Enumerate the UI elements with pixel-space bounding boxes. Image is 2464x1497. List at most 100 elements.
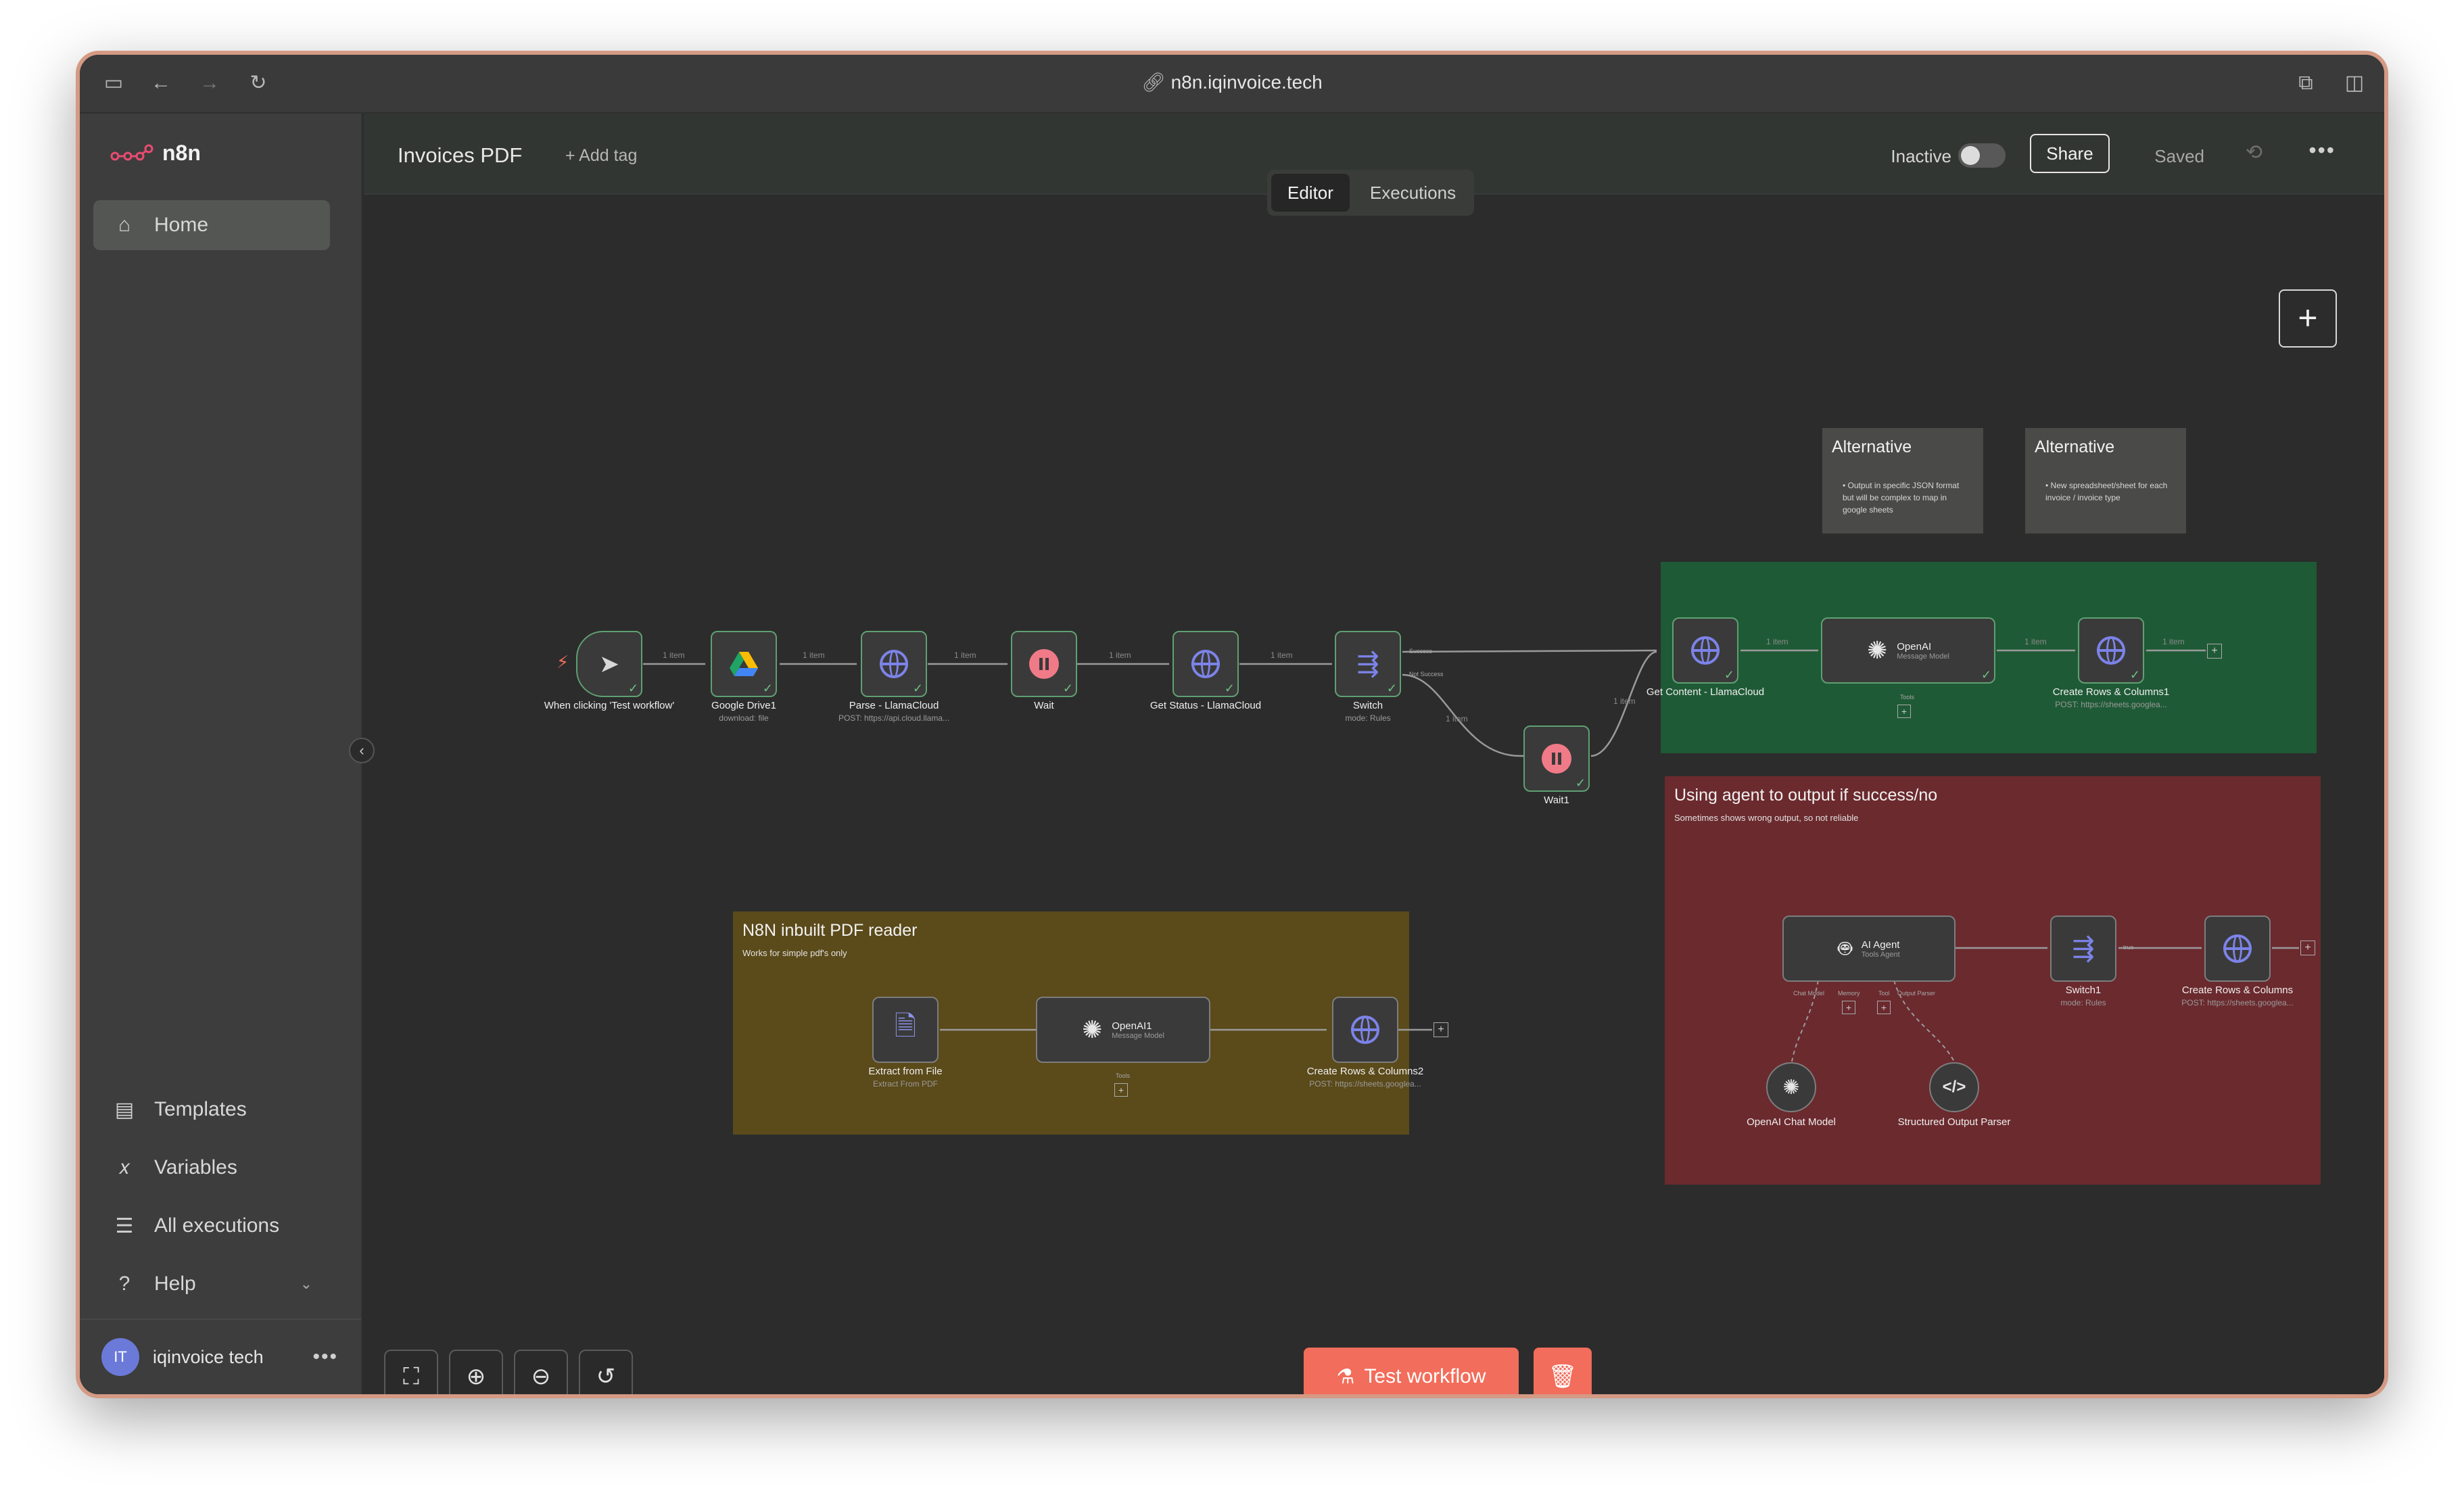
globe-icon (2097, 636, 2125, 665)
executions-icon: ☰ (115, 1214, 134, 1237)
address-bar[interactable]: 🔗︎ n8n.iqinvoice.tech (80, 71, 2384, 93)
node-parse-llamacloud[interactable]: ✓ Parse - LlamaCloud POST: https://api.cl… (838, 631, 949, 723)
home-icon: ⌂ (118, 214, 131, 236)
delete-button[interactable]: 🗑︎ (1534, 1348, 1592, 1394)
zoom-in-button[interactable]: ⊕ (449, 1350, 503, 1394)
node-manual-trigger[interactable]: ➤ ✓ When clicking 'Test workflow' (544, 631, 674, 711)
add-tool-icon[interactable]: + (1877, 1001, 1891, 1014)
node-create-rows-columns1[interactable]: ✓ Create Rows & Columns1 POST: https://sh… (2053, 617, 2169, 709)
workflow-title[interactable]: Invoices PDF (398, 143, 522, 168)
flask-icon: ⚗︎ (1336, 1365, 1355, 1388)
switch-icon: ⇶ (1356, 649, 1379, 679)
node-label: Extract from File Extract From PDF (868, 1066, 943, 1089)
add-node-button[interactable]: + (2279, 289, 2337, 348)
node-ai-agent[interactable]: 🤖︎ AI Agent Tools Agent (1782, 916, 1956, 982)
more-options-icon[interactable]: ••• (312, 1346, 338, 1369)
reset-zoom-button[interactable]: ↺ (579, 1350, 633, 1394)
node-get-status-llamacloud[interactable]: ✓ Get Status - LlamaCloud (1150, 631, 1261, 711)
switch-icon: ⇶ (2072, 934, 2095, 964)
success-check-icon: ✓ (762, 682, 773, 695)
node-wait1[interactable]: ✓ Wait1 (1523, 726, 1590, 806)
node-structured-output-parser[interactable]: </> Structured Output Parser (1898, 1062, 2010, 1128)
edge-label: 1 item (954, 650, 976, 660)
tool-port-label: Tool (1878, 990, 1890, 997)
node-label: OpenAI Chat Model (1747, 1116, 1836, 1128)
collapse-sidebar-button[interactable]: ‹ (349, 738, 375, 763)
cursor-icon: ➤ (598, 650, 620, 678)
test-workflow-label: Test workflow (1364, 1365, 1486, 1387)
chat-model-port-label: Chat Model (1793, 990, 1825, 997)
extensions-icon[interactable]: ⧉ (2292, 70, 2319, 97)
node-create-rows-columns[interactable]: Create Rows & Columns POST: https://sheet… (2181, 916, 2294, 1007)
node-label: Get Status - LlamaCloud (1150, 700, 1262, 711)
split-view-icon[interactable]: ◫ (2341, 70, 2368, 97)
success-check-icon: ✓ (1224, 682, 1235, 695)
sidebar-item-home[interactable]: ⌂ Home (93, 200, 330, 250)
user-name: iqinvoice tech (153, 1346, 264, 1367)
openai-icon: ✺ (1082, 1016, 1103, 1043)
workflow-canvas[interactable]: Alternative • Output in specific JSON fo… (364, 195, 2384, 1394)
edge-label: 1 item (803, 650, 825, 660)
add-tool-icon[interactable]: + (1897, 705, 1911, 718)
edge-label: 1 item (2162, 637, 2185, 646)
trigger-bolt-icon: ⚡︎ (556, 652, 569, 672)
node-openai-chat-model[interactable]: ✺ OpenAI Chat Model (1747, 1062, 1836, 1128)
node-label: Wait (1034, 700, 1054, 711)
node-google-drive[interactable]: ✓ Google Drive1 download: file (711, 631, 777, 723)
openai-icon: ✺ (1867, 636, 1888, 664)
history-icon[interactable]: ⟲ (2246, 141, 2262, 164)
sidebar-item-templates[interactable]: ▤ Templates (93, 1085, 330, 1135)
sidebar-item-variables[interactable]: 𝑥 Variables (93, 1143, 330, 1193)
node-switch1[interactable]: ⇶ Switch1 mode: Rules (2050, 916, 2116, 1007)
sidebar-item-label: Variables (154, 1156, 237, 1179)
user-menu[interactable]: IT iqinvoice tech ••• (101, 1333, 338, 1381)
tab-executions[interactable]: Executions (1354, 174, 1472, 212)
node-wait[interactable]: ✓ Wait (1011, 631, 1077, 711)
node-openai[interactable]: ✺ OpenAI Message Model ✓ (1821, 617, 1995, 684)
memory-port-label: Memory (1838, 990, 1860, 997)
connections (643, 649, 2299, 1062)
node-create-rows-columns2[interactable]: Create Rows & Columns2 POST: https://shee… (1307, 997, 1423, 1089)
add-node-icon[interactable]: + (1434, 1022, 1448, 1037)
sidebar: n8n ⌂ Home ▤ Templates 𝑥 Variables ☰ All… (80, 114, 362, 1394)
test-workflow-button[interactable]: ⚗︎ Test workflow (1304, 1348, 1519, 1394)
add-tool-icon[interactable]: + (1114, 1083, 1128, 1097)
n8n-logo[interactable]: n8n (110, 141, 201, 166)
zoom-out-button[interactable]: ⊖ (514, 1350, 568, 1394)
sidebar-item-label: Templates (154, 1098, 247, 1120)
share-button[interactable]: Share (2030, 134, 2110, 173)
undo-icon: ↺ (596, 1364, 616, 1389)
more-options-icon[interactable]: ••• (2308, 138, 2336, 163)
node-label: Switch mode: Rules (1345, 700, 1391, 723)
edge-label: 1 item (1766, 637, 1788, 646)
sidebar-item-help[interactable]: ? Help ⌄ (93, 1259, 330, 1309)
globe-icon (880, 650, 908, 678)
avatar: IT (101, 1338, 139, 1376)
node-get-content-llamacloud[interactable]: ✓ Get Content - LlamaCloud (1646, 617, 1764, 698)
add-node-icon[interactable]: + (2207, 644, 2222, 659)
add-tag-button[interactable]: + Add tag (565, 146, 637, 166)
add-memory-icon[interactable]: + (1842, 1001, 1855, 1014)
templates-icon: ▤ (114, 1098, 135, 1121)
success-check-icon: ✓ (1724, 668, 1734, 682)
tools-port-label: Tools (1900, 694, 1915, 700)
node-label: Create Rows & Columns POST: https://sheet… (2181, 984, 2294, 1007)
node-label: Create Rows & Columns2 POST: https://shee… (1306, 1066, 1424, 1089)
zoom-out-icon: ⊖ (531, 1364, 551, 1389)
node-openai1[interactable]: ✺ OpenAI1 Message Model (1036, 997, 1210, 1063)
robot-icon: 🤖︎ (1838, 935, 1852, 961)
tab-editor[interactable]: Editor (1271, 174, 1350, 212)
node-text: OpenAI Message Model (1897, 640, 1949, 661)
switch-output-success: Success (1409, 648, 1433, 655)
node-content: ✺ OpenAI1 Message Model (1082, 1016, 1164, 1044)
zoom-in-icon: ⊕ (466, 1364, 486, 1389)
sidebar-item-all-executions[interactable]: ☰ All executions (93, 1201, 330, 1251)
add-node-icon[interactable]: + (2300, 941, 2315, 955)
fit-view-button[interactable]: ⛶ (384, 1350, 438, 1394)
success-check-icon: ✓ (912, 682, 923, 695)
node-switch[interactable]: ⇶ ✓ Switch mode: Rules (1335, 631, 1401, 723)
active-toggle[interactable] (1958, 143, 2006, 168)
browser-window: ▭ ← → ↻ 🔗︎ n8n.iqinvoice.tech ⧉ ◫ n8n ⌂ … (76, 51, 2388, 1398)
node-extract-from-file[interactable]: 🗎︎ Extract from File Extract From PDF (868, 997, 943, 1089)
saved-status: Saved (2154, 146, 2204, 166)
